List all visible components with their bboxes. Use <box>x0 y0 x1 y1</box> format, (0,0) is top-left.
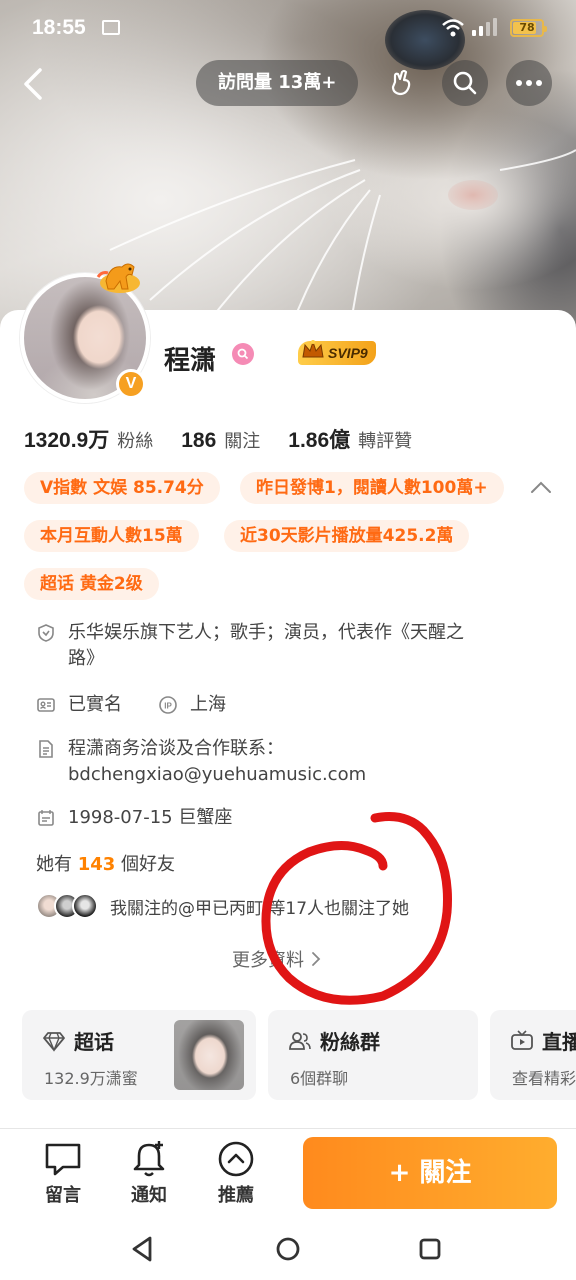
fan-group-tile[interactable]: 粉絲群 6個群聊 <box>268 1010 478 1100</box>
tag-v-index[interactable]: V指數 文娱 85.74分 <box>24 472 220 504</box>
status-time: 18:55 <box>32 16 86 39</box>
verification-row: 已實名 IP 上海 <box>36 692 226 718</box>
tag-super-topic-level[interactable]: 超话 黄金2级 <box>24 568 159 600</box>
tag-monthly-interactions[interactable]: 本月互動人數15萬 <box>24 520 199 552</box>
search-button[interactable] <box>442 60 488 106</box>
verified-v-badge: V <box>116 369 146 399</box>
contact-email[interactable]: bdchengxiao@yuehuamusic.com <box>68 762 366 788</box>
crown-icon <box>302 340 324 358</box>
following-count[interactable]: 186 <box>181 429 216 453</box>
avatar-group[interactable]: V <box>20 263 150 403</box>
friends-suffix: 個好友 <box>115 854 176 875</box>
svip-label: SVIP9 <box>328 345 368 361</box>
svg-text:IP: IP <box>164 702 172 711</box>
nav-recents-icon[interactable] <box>416 1234 444 1264</box>
mutual-avatar-3 <box>72 893 98 919</box>
hand-heart-button[interactable] <box>378 60 424 106</box>
id-card-icon <box>37 698 55 712</box>
notify-button[interactable]: 通知 <box>114 1137 184 1207</box>
profile-name: 程潇 <box>164 346 217 376</box>
back-button[interactable] <box>14 64 54 104</box>
live-tile-title: 直播 <box>510 1026 576 1055</box>
svip-badge[interactable]: SVIP9 <box>298 340 376 365</box>
live-sub: 查看精彩 <box>512 1069 576 1088</box>
super-topic-label: 超话 <box>74 1030 114 1054</box>
search-icon <box>453 71 477 95</box>
comment-label: 留言 <box>45 1185 81 1206</box>
battery-level: 78 <box>519 21 535 34</box>
golden-horse-badge-icon <box>96 263 140 293</box>
tv-icon <box>511 1029 533 1050</box>
battery-icon: 78 <box>510 19 547 37</box>
friends-count-line[interactable]: 她有 143 個好友 <box>36 850 175 876</box>
shield-icon <box>38 624 54 642</box>
bottom-action-bar: 留言 通知 推薦 + 關注 <box>0 1128 576 1218</box>
comment-button[interactable]: 留言 <box>28 1137 98 1207</box>
birthday-text: 1998-07-15 巨蟹座 <box>68 807 233 828</box>
mutual-follows-text: 我關注的@甲已丙町 等17人也關注了她 <box>110 898 410 919</box>
more-info-label: 更多資料 <box>232 950 304 971</box>
contact-text: 程潇商务洽谈及合作联系： bdchengxiao@yuehuamusic.com <box>68 736 366 788</box>
super-topic-tile[interactable]: 超话 132.9万潇蜜 <box>22 1010 256 1100</box>
collapse-tags-chevron-up-icon[interactable] <box>528 478 554 498</box>
bio-line-1: 乐华娱乐旗下艺人；歌手；演员，代表作《天醒之 <box>68 622 464 643</box>
live-label: 直播 <box>542 1030 576 1054</box>
chevron-right-icon <box>312 952 321 966</box>
chevron-left-icon <box>24 68 42 100</box>
live-tile[interactable]: 直播 查看精彩 <box>490 1010 576 1100</box>
wifi-icon <box>442 19 464 37</box>
bio-line-2: 路》 <box>68 648 104 669</box>
bio-row: 乐华娱乐旗下艺人；歌手；演员，代表作《天醒之 路》 <box>36 620 464 672</box>
profile-stats: 1320.9万 粉絲 186 關注 1.86億 轉評贊 <box>24 424 440 454</box>
signal-icon <box>472 18 497 36</box>
group-people-icon <box>289 1031 311 1050</box>
bio-text: 乐华娱乐旗下艺人；歌手；演员，代表作《天醒之 路》 <box>68 620 464 672</box>
visits-counter[interactable]: 訪問量 13萬+ <box>196 60 359 106</box>
super-topic-icon[interactable] <box>232 343 254 365</box>
ip-location: 上海 <box>190 694 226 715</box>
fan-group-label: 粉絲群 <box>320 1030 380 1054</box>
follow-button[interactable]: + 關注 <box>303 1137 557 1209</box>
chevron-up-circle-icon <box>218 1141 254 1177</box>
status-bar: 18:55 78 <box>0 0 576 58</box>
more-options-button[interactable] <box>506 60 552 106</box>
system-navigation-bar <box>0 1218 576 1280</box>
engagement-label: 轉評贊 <box>358 431 413 452</box>
calendar-icon <box>38 810 54 826</box>
hand-heart-icon <box>391 69 411 96</box>
tag-video-plays[interactable]: 近30天影片播放量425.2萬 <box>224 520 470 552</box>
verified-real-name: 已實名 <box>68 694 122 715</box>
diamond-icon <box>43 1031 65 1052</box>
document-icon <box>39 740 53 758</box>
contact-row: 程潇商务洽谈及合作联系： bdchengxiao@yuehuamusic.com <box>36 736 366 788</box>
more-dots-icon <box>516 80 542 86</box>
more-info-link[interactable]: 更多資料 <box>232 946 322 972</box>
followers-label[interactable]: 粉絲 <box>117 427 153 453</box>
nav-back-icon[interactable] <box>128 1234 156 1264</box>
friends-count: 143 <box>77 854 116 875</box>
sim-icon <box>102 20 120 35</box>
recommend-label: 推薦 <box>218 1185 254 1206</box>
mutual-follows[interactable]: 我關注的@甲已丙町 等17人也關注了她 <box>36 893 409 919</box>
contact-line-1: 程潇商务洽谈及合作联系： <box>68 738 284 759</box>
notify-label: 通知 <box>131 1185 167 1206</box>
tag-yesterday-posts[interactable]: 昨日發博1，閱讀人數100萬+ <box>240 472 504 504</box>
super-topic-photo <box>174 1020 244 1090</box>
engagement-count: 1.86億 <box>288 429 351 452</box>
message-icon <box>45 1143 81 1176</box>
super-topic-members: 132.9万潇蜜 <box>44 1069 138 1088</box>
friends-prefix: 她有 <box>36 854 78 875</box>
following-label[interactable]: 關注 <box>224 427 260 453</box>
followers-count[interactable]: 1320.9万 <box>24 424 109 454</box>
bell-plus-icon <box>133 1141 165 1177</box>
fan-group-count: 6個群聊 <box>290 1069 349 1088</box>
recommend-button[interactable]: 推薦 <box>201 1137 271 1207</box>
super-topic-tile-title: 超话 <box>42 1026 114 1055</box>
fan-group-tile-title: 粉絲群 <box>288 1026 380 1055</box>
birthday-row: 1998-07-15 巨蟹座 <box>36 805 232 831</box>
nav-home-icon[interactable] <box>274 1234 302 1264</box>
ip-location-icon: IP <box>159 696 177 714</box>
